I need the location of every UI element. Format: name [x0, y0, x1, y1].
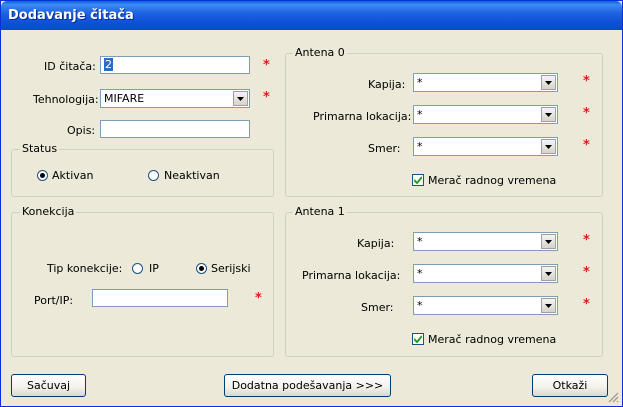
antenna0-direction-label: Smer: [368, 142, 401, 155]
antenna1-timer-label[interactable]: Merač radnog vremena [428, 333, 556, 346]
port-required-mark: * [255, 291, 262, 306]
antenna1-direction-value: * [417, 299, 423, 312]
description-label: Opis: [67, 124, 96, 137]
antenna1-direction-required-mark: * [583, 297, 590, 312]
antenna1-location-select[interactable]: * [413, 264, 558, 283]
antenna0-gate-label: Kapija: [368, 78, 406, 91]
chevron-down-icon[interactable] [541, 298, 556, 313]
radio-dot-icon [199, 266, 204, 271]
radio-dot-icon [40, 173, 45, 178]
antenna1-gate-value: * [417, 235, 423, 248]
technology-select[interactable]: MIFARE [100, 89, 250, 108]
chevron-down-icon[interactable] [233, 91, 248, 106]
reader-id-label: ID čitača: [44, 60, 96, 73]
antenna1-location-required-mark: * [583, 265, 590, 280]
description-input[interactable] [100, 120, 250, 138]
status-active-label[interactable]: Aktivan [52, 169, 94, 182]
antenna0-gate-value: * [417, 76, 423, 89]
antenna1-direction-select[interactable]: * [413, 296, 558, 315]
chevron-down-icon[interactable] [541, 234, 556, 249]
antenna1-location-value: * [417, 267, 423, 280]
antenna1-gate-select[interactable]: * [413, 232, 558, 251]
antenna0-timer-label[interactable]: Merač radnog vremena [428, 174, 556, 187]
antenna0-direction-required-mark: * [583, 138, 590, 153]
connection-serial-radio[interactable] [196, 263, 207, 274]
status-legend: Status [20, 142, 60, 155]
status-inactive-radio[interactable] [148, 170, 159, 181]
reader-id-value: 2 [104, 58, 113, 71]
connection-type-label: Tip konekcije: [47, 262, 123, 275]
antenna0-timer-checkbox[interactable] [412, 174, 424, 186]
cancel-button[interactable]: Otkaži [532, 374, 608, 397]
chevron-down-icon[interactable] [541, 75, 556, 90]
antenna0-location-value: * [417, 108, 423, 121]
connection-group: Konekcija Tip konekcije: IP Serijski Por… [11, 205, 274, 357]
antenna0-location-label: Primarna lokacija: [313, 110, 412, 123]
technology-value: MIFARE [104, 92, 145, 105]
antenna0-group: Antena 0 Kapija: * * Primarna lokacija: … [285, 46, 603, 197]
reader-id-required-mark: * [263, 58, 270, 73]
antenna1-direction-label: Smer: [361, 301, 394, 314]
status-active-radio[interactable] [37, 170, 48, 181]
checkmark-icon [414, 176, 422, 184]
antenna1-timer-checkbox[interactable] [412, 333, 424, 345]
technology-required-mark: * [263, 90, 270, 105]
save-button[interactable]: Sačuvaj [11, 374, 86, 397]
window-title: Dodavanje čitača [8, 8, 134, 23]
antenna1-legend: Antena 1 [293, 205, 347, 218]
antenna1-gate-required-mark: * [583, 233, 590, 248]
antenna1-group: Antena 1 Kapija: * * Primarna lokacija: … [285, 205, 603, 357]
antenna1-gate-label: Kapija: [357, 237, 395, 250]
antenna0-location-select[interactable]: * [413, 105, 558, 124]
connection-ip-label[interactable]: IP [149, 262, 159, 275]
advanced-settings-button[interactable]: Dodatna podešavanja >>> [224, 374, 391, 397]
status-inactive-label[interactable]: Neaktivan [164, 169, 220, 182]
title-bar[interactable]: Dodavanje čitača [1, 1, 622, 30]
resize-grip-icon[interactable] [607, 391, 619, 403]
dialog-window: Dodavanje čitača ID čitača: 2 * Tehnolog… [0, 0, 623, 407]
port-label: Port/IP: [34, 294, 74, 307]
connection-legend: Konekcija [20, 205, 77, 218]
antenna1-location-label: Primarna lokacija: [302, 269, 401, 282]
connection-serial-label[interactable]: Serijski [211, 262, 251, 275]
connection-ip-radio[interactable] [132, 263, 143, 274]
technology-label: Tehnologija: [33, 93, 99, 106]
chevron-down-icon[interactable] [541, 139, 556, 154]
reader-id-input[interactable]: 2 [100, 56, 250, 74]
port-input[interactable] [92, 289, 228, 307]
antenna0-location-required-mark: * [583, 106, 590, 121]
chevron-down-icon[interactable] [541, 107, 556, 122]
checkmark-icon [414, 335, 422, 343]
antenna0-legend: Antena 0 [293, 46, 347, 59]
antenna0-gate-required-mark: * [583, 74, 590, 89]
antenna0-gate-select[interactable]: * [413, 73, 558, 92]
status-group: Status Aktivan Neaktivan [11, 142, 274, 197]
chevron-down-icon[interactable] [541, 266, 556, 281]
antenna0-direction-value: * [417, 140, 423, 153]
antenna0-direction-select[interactable]: * [413, 137, 558, 156]
